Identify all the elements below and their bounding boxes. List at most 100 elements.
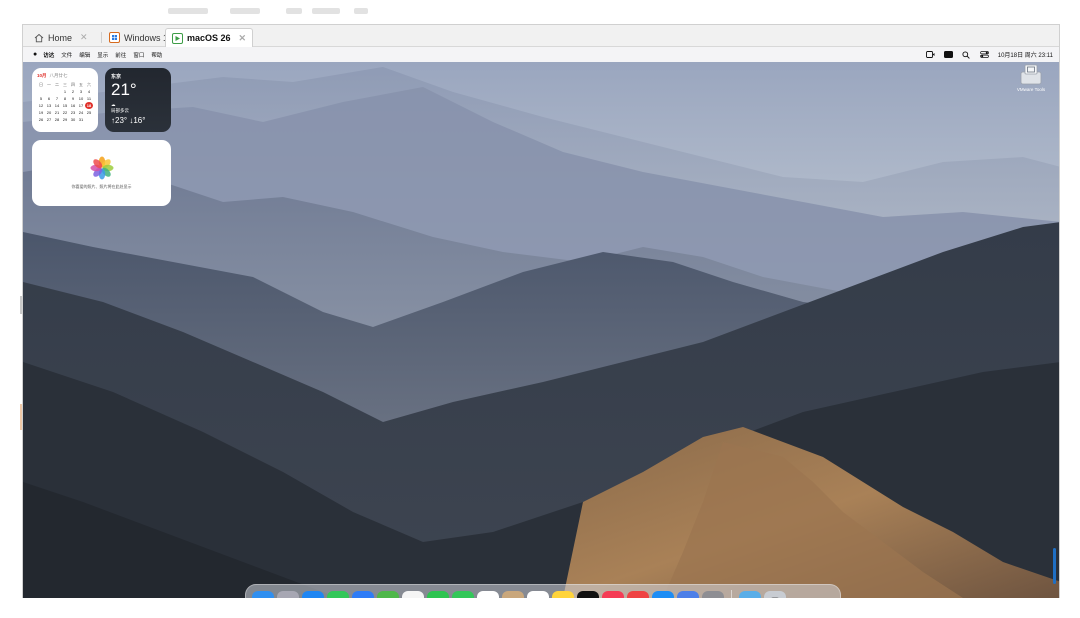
dock-app-safari[interactable]: ◎ xyxy=(302,591,324,598)
vmware-tools-desktop-icon[interactable]: VMware Tools xyxy=(1009,64,1053,92)
calendar-day: 2 xyxy=(71,89,75,94)
calendar-day: 23 xyxy=(70,110,76,115)
weather-widget[interactable]: 东京 21° ☁ 局部多云 ↑23° ↓16° xyxy=(105,68,171,132)
tab-macos-vm[interactable]: macOS 26 ✕ xyxy=(165,28,254,47)
host-toolbar-blur xyxy=(230,8,260,14)
dock-app-music[interactable]: ♫ xyxy=(602,591,624,598)
menu-window[interactable]: 窗口 xyxy=(133,51,144,59)
dock-app-iphone-mirroring[interactable]: ▯ xyxy=(677,591,699,598)
display-icon[interactable] xyxy=(943,51,953,58)
calendar-day: 12 xyxy=(38,103,44,108)
calendar-day: 14 xyxy=(54,103,60,108)
dock-app-mail[interactable]: ✉ xyxy=(352,591,374,598)
calendar-day xyxy=(53,88,61,95)
host-bottom-strip xyxy=(0,598,1080,618)
calendar-day: 10 xyxy=(78,96,84,101)
screen-record-icon[interactable] xyxy=(925,51,935,58)
dock-app-games[interactable]: ➚ xyxy=(627,591,649,598)
menubar-status-area: 10月18日 周六 23:11 xyxy=(925,47,1053,62)
tab-home[interactable]: Home ✕ xyxy=(27,28,94,47)
vm-windows-icon xyxy=(109,32,120,43)
macos-menubar: ● 访达 文件 编辑 显示 前往 窗口 帮助 10月18日 周六 23:11 xyxy=(23,47,1059,62)
weekday-label: 六 xyxy=(87,81,91,87)
scrollbar-thumb[interactable] xyxy=(1053,548,1056,584)
vm-window: Home ✕ Windows 11 x64 ✕ macOS 26 ✕ ● xyxy=(22,24,1060,598)
dock-app-facetime[interactable]: ▶ xyxy=(427,591,449,598)
calendar-week-row: 19 20 21 22 23 24 25 xyxy=(37,109,93,116)
calendar-week-row: 26 27 28 29 30 31 xyxy=(37,116,93,123)
calendar-day xyxy=(37,88,45,95)
dock-app-finder[interactable]: ☺ xyxy=(252,591,274,598)
close-icon[interactable]: ✕ xyxy=(239,33,247,44)
tab-divider xyxy=(101,32,102,43)
search-icon[interactable] xyxy=(962,51,971,59)
dock-app-downloads[interactable]: ⬇ xyxy=(739,591,761,598)
apple-menu-icon[interactable]: ● xyxy=(33,51,37,58)
calendar-day: 30 xyxy=(70,117,76,122)
calendar-header: 10月 八月廿七 xyxy=(37,73,93,79)
tab-label: macOS 26 xyxy=(187,33,231,43)
calendar-day: 29 xyxy=(62,117,68,122)
dock-separator xyxy=(731,590,732,598)
menu-go[interactable]: 前往 xyxy=(115,51,126,59)
menu-help[interactable]: 帮助 xyxy=(151,51,162,59)
dock-app-launchpad[interactable]: ▦ xyxy=(277,591,299,598)
calendar-day: 8 xyxy=(63,96,67,101)
menu-edit[interactable]: 编辑 xyxy=(79,51,90,59)
calendar-days: 1 2 3 4 5 6 7 8 9 10 11 12 13 14 15 16 17 18 19 20 21 22 23 24 2… xyxy=(37,88,93,123)
calendar-widget[interactable]: 10月 八月廿七 日 一 二 三 四 五 六 1 2 3 4 5 6 7 8 9 10 11 12 13… xyxy=(32,68,98,132)
cloud-icon: ☁ xyxy=(111,102,116,107)
menu-view[interactable]: 显示 xyxy=(97,51,108,59)
menubar-clock[interactable]: 10月18日 周六 23:11 xyxy=(998,50,1053,59)
calendar-day: 27 xyxy=(46,117,52,122)
calendar-day: 4 xyxy=(87,89,91,94)
weekday-label: 三 xyxy=(63,81,67,87)
wallpaper-mountains xyxy=(23,62,1059,598)
dock-app-calendar[interactable]: 18 xyxy=(477,591,499,598)
dock-app-reminders[interactable]: ☰ xyxy=(527,591,549,598)
menu-file[interactable]: 文件 xyxy=(61,51,72,59)
dock-app-app-store[interactable]: A xyxy=(652,591,674,598)
calendar-day: 15 xyxy=(62,103,68,108)
disk-image-icon xyxy=(1020,64,1042,85)
dock-app-contacts[interactable]: ● xyxy=(502,591,524,598)
dock-app-messages[interactable]: ● xyxy=(327,591,349,598)
weekday-label: 二 xyxy=(55,81,59,87)
dock-app-phone[interactable]: ☎ xyxy=(452,591,474,598)
host-toolbar-blur xyxy=(354,8,368,14)
weekday-label: 日 xyxy=(39,81,43,87)
menu-finder[interactable]: 访达 xyxy=(43,51,54,59)
photos-widget[interactable]: 你喜爱的照片、照片将在此处显示 xyxy=(32,140,171,206)
tab-label: Home xyxy=(48,32,73,43)
calendar-week-row: 12 13 14 15 16 17 18 xyxy=(37,102,93,109)
calendar-day: 9 xyxy=(71,96,75,101)
weather-condition-text: 局部多云 xyxy=(111,108,129,113)
calendar-lunar: 八月廿七 xyxy=(49,73,68,78)
dock-app-notes[interactable]: ☰ xyxy=(552,591,574,598)
host-toolbar-blur xyxy=(286,8,302,14)
calendar-day: 7 xyxy=(55,96,59,101)
host-app-top-strip xyxy=(0,0,1080,22)
calendar-day: 5 xyxy=(39,96,43,101)
dock-app-tv[interactable]: tv xyxy=(577,591,599,598)
host-toolbar-blur xyxy=(168,8,208,14)
dock-app-photos[interactable]: ✿ xyxy=(402,591,424,598)
calendar-week-row: 1234 xyxy=(37,88,93,95)
control-center-icon[interactable] xyxy=(979,51,989,58)
calendar-day: 22 xyxy=(62,110,68,115)
weather-condition: ☁ 局部多云 xyxy=(111,102,165,114)
dock-app-system-settings[interactable]: ⚙ xyxy=(702,591,724,598)
calendar-day: 26 xyxy=(38,117,44,122)
close-icon[interactable]: ✕ xyxy=(80,32,88,43)
calendar-day: 6 xyxy=(47,96,51,101)
calendar-month: 10月 xyxy=(37,73,47,78)
vm-mac-icon xyxy=(172,32,183,44)
calendar-day: 1 xyxy=(63,89,67,94)
calendar-week-row: 5 6 7 8 9 10 11 xyxy=(37,95,93,102)
calendar-day xyxy=(45,88,53,95)
dock-app-maps[interactable]: ⬈ xyxy=(377,591,399,598)
calendar-weekday-row: 日 一 二 三 四 五 六 xyxy=(37,81,93,88)
calendar-day xyxy=(85,116,93,123)
dock-app-trash[interactable]: 🗑 xyxy=(764,591,786,598)
vm-tab-bar: Home ✕ Windows 11 x64 ✕ macOS 26 ✕ xyxy=(23,25,1059,47)
